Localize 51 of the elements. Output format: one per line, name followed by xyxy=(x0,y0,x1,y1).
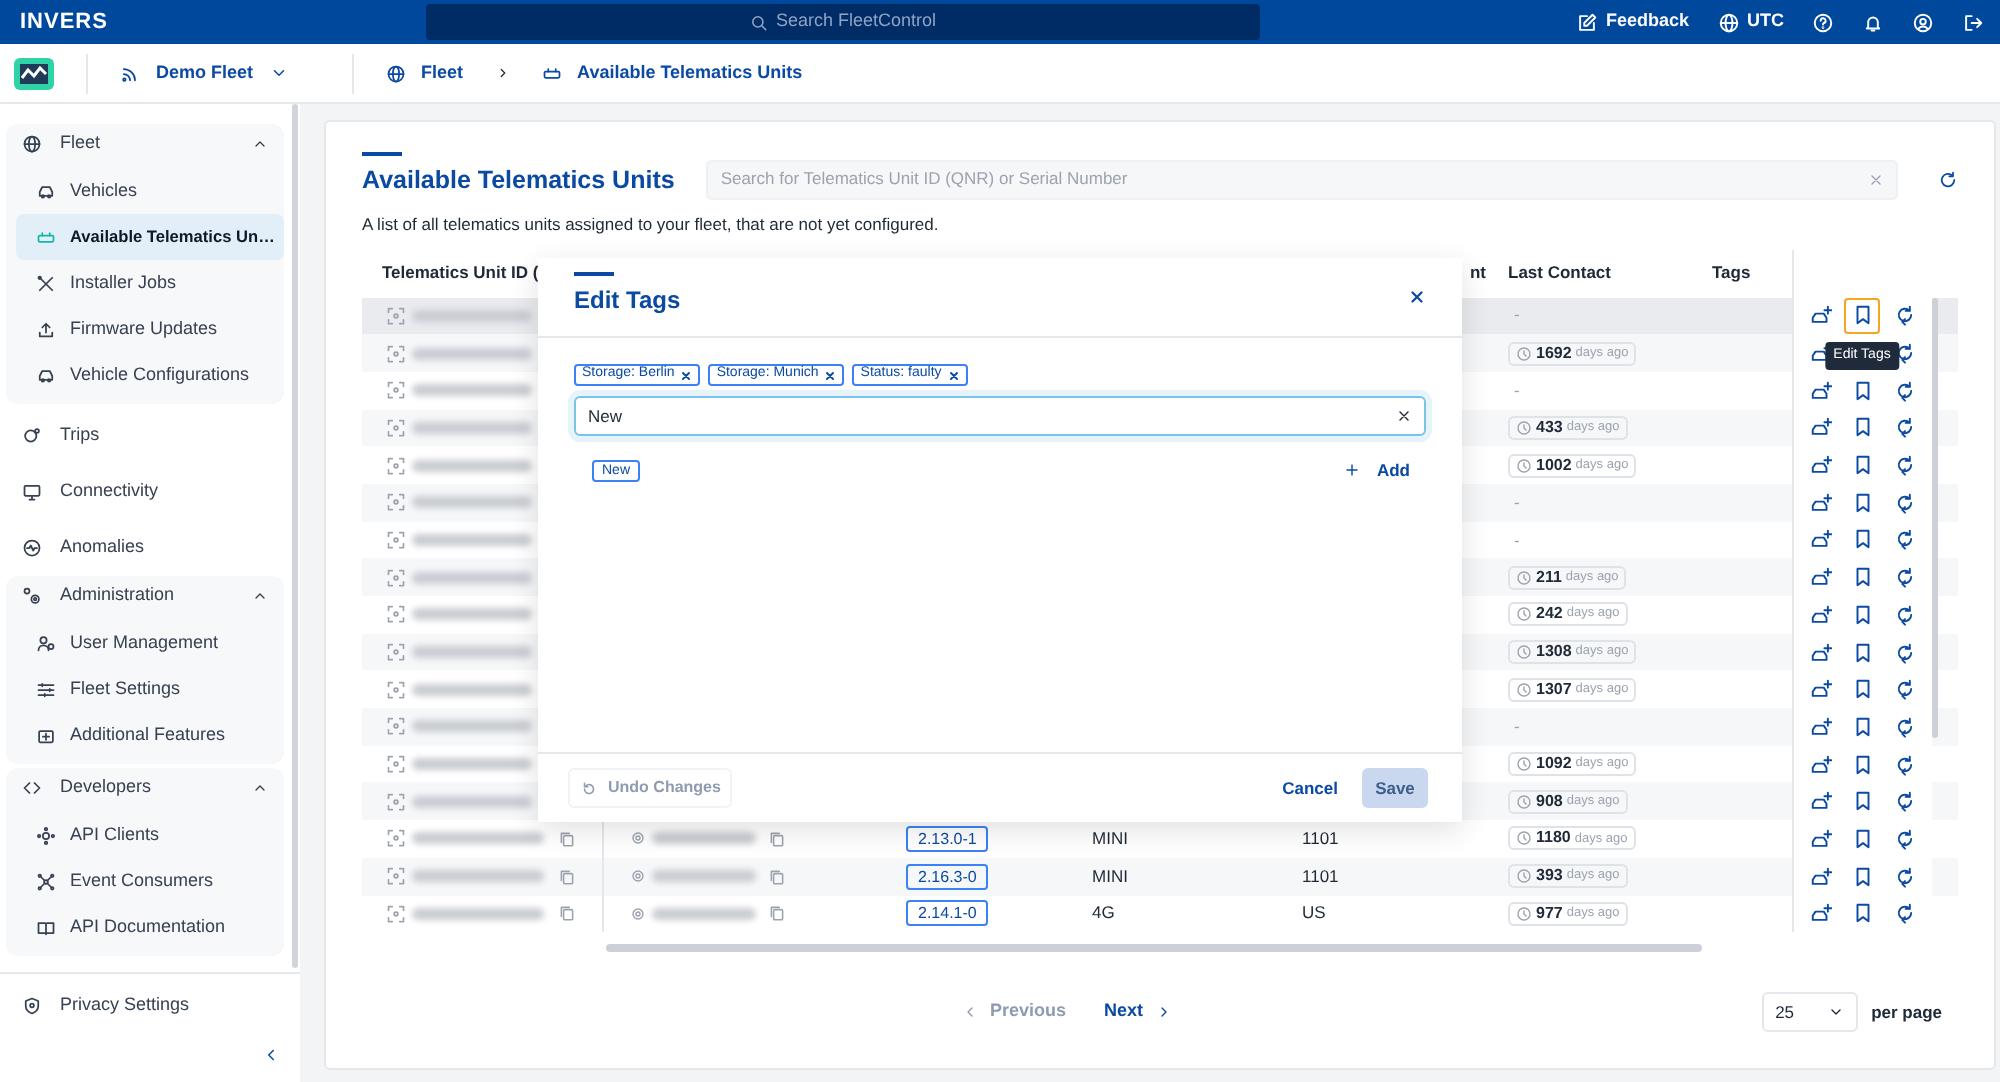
item-label: Trips xyxy=(60,422,100,449)
brand-logo: INVERS xyxy=(20,7,110,38)
firmware-badge: 2.16.3-0 xyxy=(906,863,989,890)
days-count: 211 xyxy=(1536,565,1562,590)
item-label: API Clients xyxy=(70,821,160,848)
item-label: Available Telematics Un… xyxy=(70,224,275,250)
table-cell-text: - xyxy=(1512,714,1520,740)
item-label: Anomalies xyxy=(60,534,145,561)
days-count: 1092 xyxy=(1536,752,1572,777)
days-count: 977 xyxy=(1536,901,1563,926)
days-count: 1692 xyxy=(1536,341,1572,366)
item-label: Vehicle Configurations xyxy=(70,361,250,388)
days-count: 908 xyxy=(1536,789,1563,814)
days-count: 1180 xyxy=(1536,826,1571,851)
firmware-badge: 2.14.1-0 xyxy=(906,900,989,927)
table-cell: 1101 xyxy=(1302,863,1339,890)
days-count: 1308 xyxy=(1536,640,1572,665)
table-cell: MINI xyxy=(1092,826,1128,852)
item-label: Fleet Settings xyxy=(70,675,181,702)
table-cell: US xyxy=(1302,900,1326,927)
table-cell-text: - xyxy=(1512,489,1520,516)
firmware-badge: 2.13.0-1 xyxy=(906,825,989,852)
item-label: Privacy Settings xyxy=(60,992,190,1019)
table-cell-text: - xyxy=(1512,302,1520,329)
group-label: Developers xyxy=(60,774,154,801)
item-label: Additional Features xyxy=(70,721,226,748)
item-label: Vehicles xyxy=(70,177,138,204)
per-page-label: per page xyxy=(1871,999,1942,1026)
table-cell-text: - xyxy=(1512,527,1520,553)
table-cell: MINI xyxy=(1092,863,1128,890)
days-count: 393 xyxy=(1536,864,1563,889)
table-cell: 4G xyxy=(1092,900,1115,927)
page-description: A list of all telematics units assigned to your fleet, that are not yet configured. xyxy=(362,211,941,237)
days-count: 242 xyxy=(1536,602,1563,627)
item-label: Installer Jobs xyxy=(70,269,177,296)
item-label: Firmware Updates xyxy=(70,315,218,342)
item-label: Event Consumers xyxy=(70,867,214,894)
days-count: 1307 xyxy=(1536,677,1572,702)
table-cell-text: - xyxy=(1512,377,1520,404)
item-label: API Documentation xyxy=(70,913,226,940)
item-label: Connectivity xyxy=(60,478,159,505)
days-count: 433 xyxy=(1536,415,1563,440)
modal-title: Edit Tags xyxy=(574,284,681,318)
item-label: User Management xyxy=(70,629,219,656)
table-cell: 1101 xyxy=(1302,826,1339,852)
search-placeholder: Search FleetControl xyxy=(775,8,937,35)
page-title: Available Telematics Units xyxy=(362,164,675,198)
group-label: Administration xyxy=(60,582,177,609)
group-label: Fleet xyxy=(60,130,103,157)
search-placeholder: Search for Telematics Unit ID (QNR) or Serial Number xyxy=(720,166,1130,193)
days-count: 1002 xyxy=(1536,453,1572,478)
